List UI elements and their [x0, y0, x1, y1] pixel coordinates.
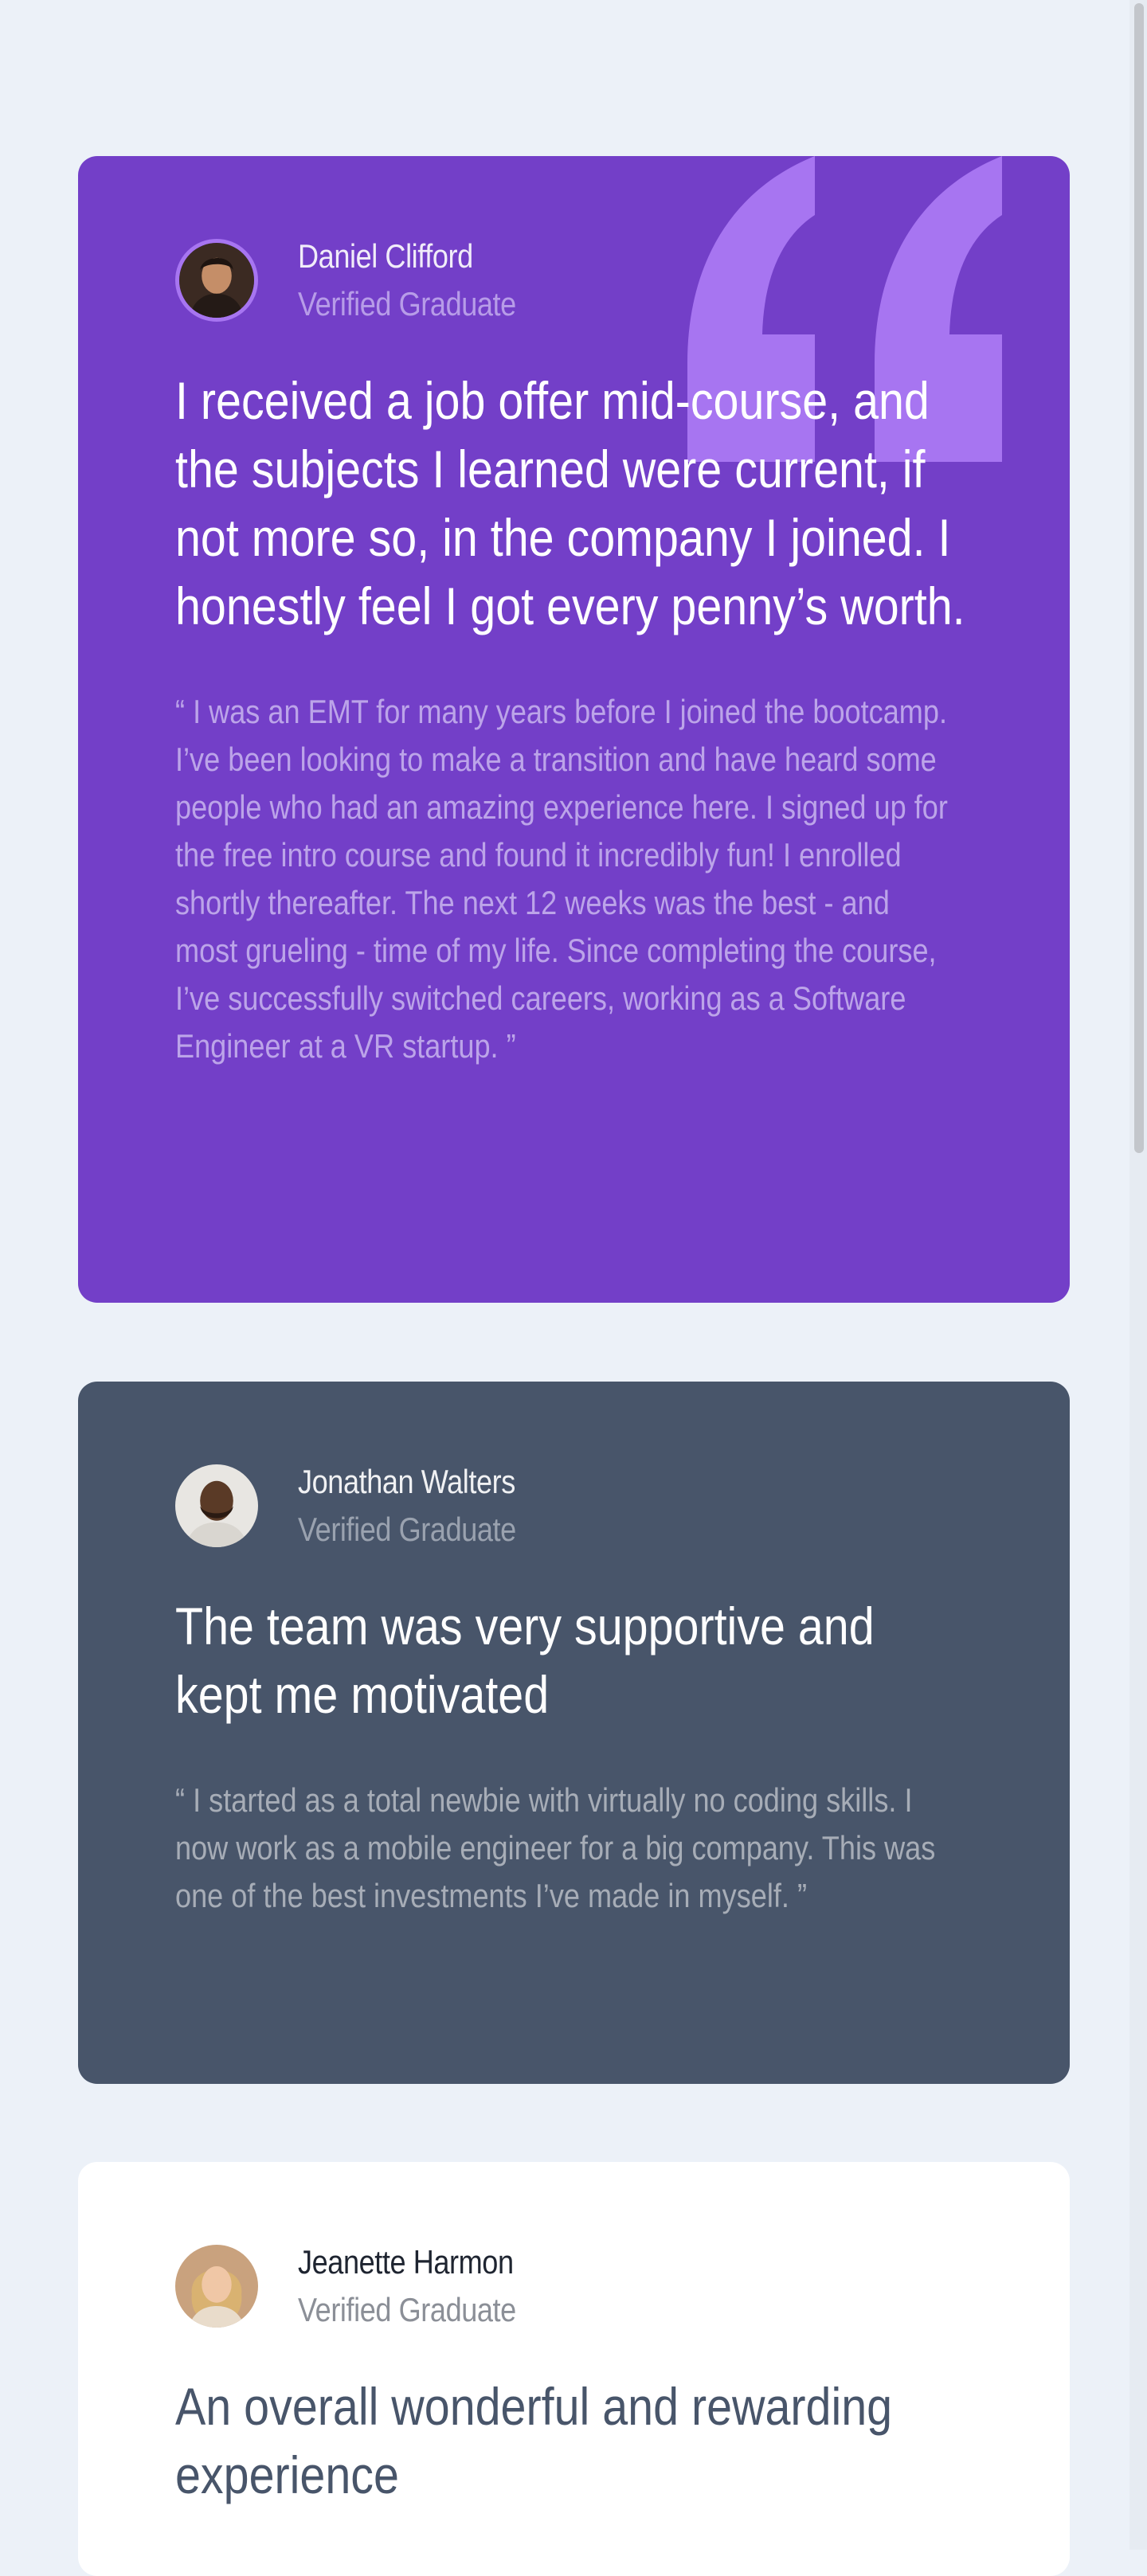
testimonial-headline: I received a job offer mid-course, and t…	[175, 371, 965, 635]
author-name: Jonathan Walters	[298, 1463, 515, 1500]
testimonial-card-jonathan: Jonathan Walters Verified Graduate The t…	[78, 1382, 1070, 2084]
author-status: Verified Graduate	[298, 1511, 516, 1548]
author-status: Verified Graduate	[298, 2291, 516, 2328]
testimonial-card-jeanette: Jeanette Harmon Verified Graduate An ove…	[78, 2162, 1070, 2576]
testimonial-headline: An overall wonderful and rewarding exper…	[175, 2377, 893, 2504]
testimonial-body: “ I was an EMT for many years before I j…	[175, 693, 948, 1065]
profile: Jonathan Walters Verified Graduate	[175, 1463, 973, 1548]
testimonial-body: “ I started as a total newbie with virtu…	[175, 1781, 936, 1914]
testimonial-card-daniel: Daniel Clifford Verified Graduate I rece…	[78, 156, 1070, 1303]
author-status: Verified Graduate	[298, 285, 516, 322]
avatar-jeanette	[175, 2245, 258, 2328]
profile: Daniel Clifford Verified Graduate	[175, 237, 973, 322]
avatar-daniel	[175, 239, 258, 322]
scrollbar-thumb[interactable]	[1134, 3, 1144, 1153]
author-name: Jeanette Harmon	[298, 2243, 514, 2281]
avatar-jonathan	[175, 1464, 258, 1547]
testimonial-headline: The team was very supportive and kept me…	[175, 1597, 875, 1724]
profile: Jeanette Harmon Verified Graduate	[175, 2243, 973, 2328]
author-name: Daniel Clifford	[298, 237, 473, 275]
